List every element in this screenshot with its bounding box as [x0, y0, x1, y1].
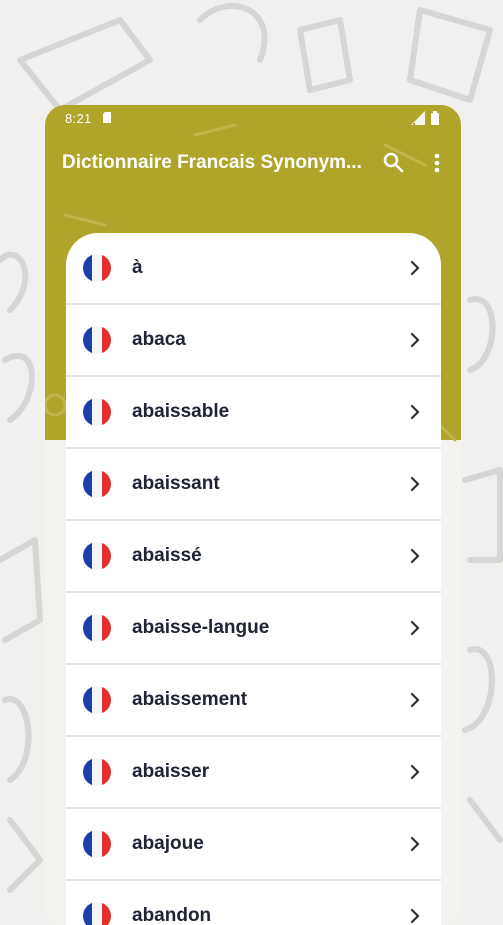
list-item[interactable]: abandon	[66, 881, 441, 925]
france-flag-icon	[83, 758, 111, 786]
france-flag-icon	[83, 686, 111, 714]
list-item[interactable]: à	[66, 233, 441, 305]
battery-icon	[431, 111, 439, 125]
word-list: à abaca abaissable abaissant abaissé abaisse-…	[66, 233, 441, 925]
list-item[interactable]: abaissable	[66, 377, 441, 449]
chevron-right-icon	[410, 836, 420, 852]
chevron-right-icon	[410, 620, 420, 636]
word-label: abaissement	[132, 689, 248, 710]
list-item[interactable]: abaisser	[66, 737, 441, 809]
word-label: abajoue	[132, 833, 204, 854]
status-time: 8:21	[65, 111, 92, 126]
chevron-right-icon	[410, 260, 420, 276]
signal-icon	[411, 111, 425, 125]
word-label: à	[132, 257, 143, 278]
list-item[interactable]: abaissé	[66, 521, 441, 593]
list-item[interactable]: abaissement	[66, 665, 441, 737]
word-label: abandon	[132, 905, 212, 925]
more-vert-icon[interactable]	[430, 151, 444, 175]
app-bar: Dictionnaire Francais Synonym...	[45, 141, 461, 185]
france-flag-icon	[83, 470, 111, 498]
chevron-right-icon	[410, 332, 420, 348]
chevron-right-icon	[410, 548, 420, 564]
word-label: abaisse-langue	[132, 617, 270, 638]
france-flag-icon	[83, 542, 111, 570]
word-label: abaissable	[132, 401, 230, 422]
word-label: abaca	[132, 329, 186, 350]
search-icon[interactable]	[381, 150, 405, 174]
chevron-right-icon	[410, 908, 420, 924]
chevron-right-icon	[410, 692, 420, 708]
france-flag-icon	[83, 398, 111, 426]
phone-screen: 8:21 Dictionnaire Francais Synonym... à a…	[45, 105, 461, 925]
list-item[interactable]: abaisse-langue	[66, 593, 441, 665]
france-flag-icon	[83, 614, 111, 642]
france-flag-icon	[83, 326, 111, 354]
app-title: Dictionnaire Francais Synonym...	[62, 152, 362, 173]
list-item[interactable]: abaca	[66, 305, 441, 377]
status-bar: 8:21	[45, 105, 461, 131]
chevron-right-icon	[410, 764, 420, 780]
word-label: abaissant	[132, 473, 220, 494]
france-flag-icon	[83, 902, 111, 925]
list-item[interactable]: abajoue	[66, 809, 441, 881]
list-item[interactable]: abaissant	[66, 449, 441, 521]
france-flag-icon	[83, 830, 111, 858]
sim-card-icon	[103, 112, 111, 123]
word-label: abaissé	[132, 545, 202, 566]
france-flag-icon	[83, 254, 111, 282]
word-label: abaisser	[132, 761, 210, 782]
chevron-right-icon	[410, 404, 420, 420]
chevron-right-icon	[410, 476, 420, 492]
